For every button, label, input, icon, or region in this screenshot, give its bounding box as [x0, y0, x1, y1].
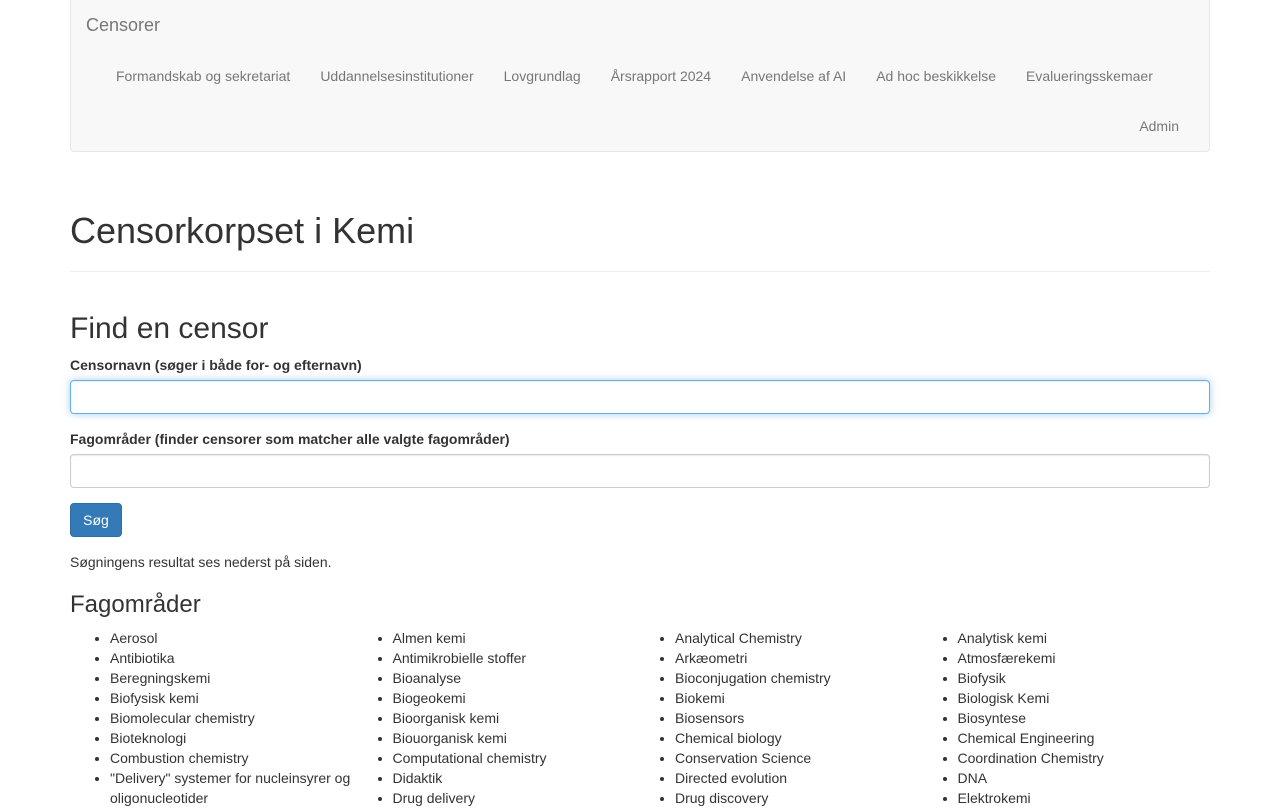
area-item: Computational chemistry: [393, 748, 636, 768]
search-heading: Find en censor: [70, 312, 269, 345]
area-item: Biosensors: [675, 708, 918, 728]
area-item: Analytical Chemistry: [675, 628, 918, 648]
nav-item-uddannelsesinstitutioner[interactable]: Uddannelsesinstitutioner: [305, 56, 488, 96]
areas-column: AerosolAntibiotikaBeregningskemiBiofysis…: [70, 628, 353, 808]
nav-item-formandskab[interactable]: Formandskab og sekretariat: [101, 56, 305, 96]
areas-column: Analytical ChemistryArkæometriBioconjuga…: [635, 628, 918, 808]
divider: [70, 271, 1210, 272]
nav-menu: Formandskab og sekretariat Uddannelsesin…: [101, 56, 1168, 96]
area-item: Directed evolution: [675, 768, 918, 788]
nav-item-evalueringsskemaer[interactable]: Evalueringsskemaer: [1011, 56, 1168, 96]
areas-list: AerosolAntibiotikaBeregningskemiBiofysis…: [70, 628, 1210, 808]
area-item: Chemical biology: [675, 728, 918, 748]
nav-item-lovgrundlag[interactable]: Lovgrundlag: [489, 56, 596, 96]
area-item: Biokemi: [675, 688, 918, 708]
name-input[interactable]: [70, 380, 1210, 414]
area-item: Arkæometri: [675, 648, 918, 668]
area-item: Drug delivery: [393, 788, 636, 808]
search-button[interactable]: Søg: [70, 503, 122, 537]
areas-column: Almen kemiAntimikrobielle stofferBioanal…: [353, 628, 636, 808]
area-item: Biogeokemi: [393, 688, 636, 708]
page-title: Censorkorpset i Kemi: [70, 210, 415, 251]
nav-right: Admin: [1124, 106, 1194, 146]
area-item: Antibiotika: [110, 648, 353, 668]
area-item: Bioanalyse: [393, 668, 636, 688]
area-item: Drug discovery: [675, 788, 918, 808]
area-item: Coordination Chemistry: [958, 748, 1201, 768]
area-item: Bioteknologi: [110, 728, 353, 748]
area-item: Atmosfærekemi: [958, 648, 1201, 668]
area-item: Conservation Science: [675, 748, 918, 768]
area-item: Beregningskemi: [110, 668, 353, 688]
area-item: Biofysisk kemi: [110, 688, 353, 708]
areas-input[interactable]: [70, 454, 1210, 488]
area-item: Biologisk Kemi: [958, 688, 1201, 708]
areas-label: Fagområder (finder censorer som matcher …: [70, 431, 510, 447]
navbar: Censorer Formandskab og sekretariat Udda…: [70, 0, 1210, 152]
area-item: Biouorganisk kemi: [393, 728, 636, 748]
area-item: Bioorganisk kemi: [393, 708, 636, 728]
area-item: DNA: [958, 768, 1201, 788]
nav-item-admin[interactable]: Admin: [1124, 106, 1194, 146]
area-item: Combustion chemistry: [110, 748, 353, 768]
navbar-brand[interactable]: Censorer: [86, 14, 160, 36]
search-note: Søgningens resultat ses nederst på siden…: [70, 554, 332, 570]
nav-item-ad-hoc[interactable]: Ad hoc beskikkelse: [861, 56, 1011, 96]
area-item: Almen kemi: [393, 628, 636, 648]
area-item: Biofysik: [958, 668, 1201, 688]
area-item: Biomolecular chemistry: [110, 708, 353, 728]
areas-heading: Fagområder: [70, 591, 201, 618]
name-label: Censornavn (søger i både for- og efterna…: [70, 357, 362, 373]
area-item: Didaktik: [393, 768, 636, 788]
nav-item-aarsrapport[interactable]: Årsrapport 2024: [596, 56, 726, 96]
area-item: Aerosol: [110, 628, 353, 648]
area-item: Antimikrobielle stoffer: [393, 648, 636, 668]
page-container: Censorer Formandskab og sekretariat Udda…: [70, 0, 1210, 806]
area-item: Chemical Engineering: [958, 728, 1201, 748]
area-item: Elektrokemi: [958, 788, 1201, 808]
area-item: "Delivery" systemer for nucleinsyrer og …: [110, 768, 353, 808]
area-item: Biosyntese: [958, 708, 1201, 728]
area-item: Analytisk kemi: [958, 628, 1201, 648]
areas-column: Analytisk kemiAtmosfærekemiBiofysikBiolo…: [918, 628, 1201, 808]
area-item: Bioconjugation chemistry: [675, 668, 918, 688]
nav-item-anvendelse-ai[interactable]: Anvendelse af AI: [726, 56, 861, 96]
